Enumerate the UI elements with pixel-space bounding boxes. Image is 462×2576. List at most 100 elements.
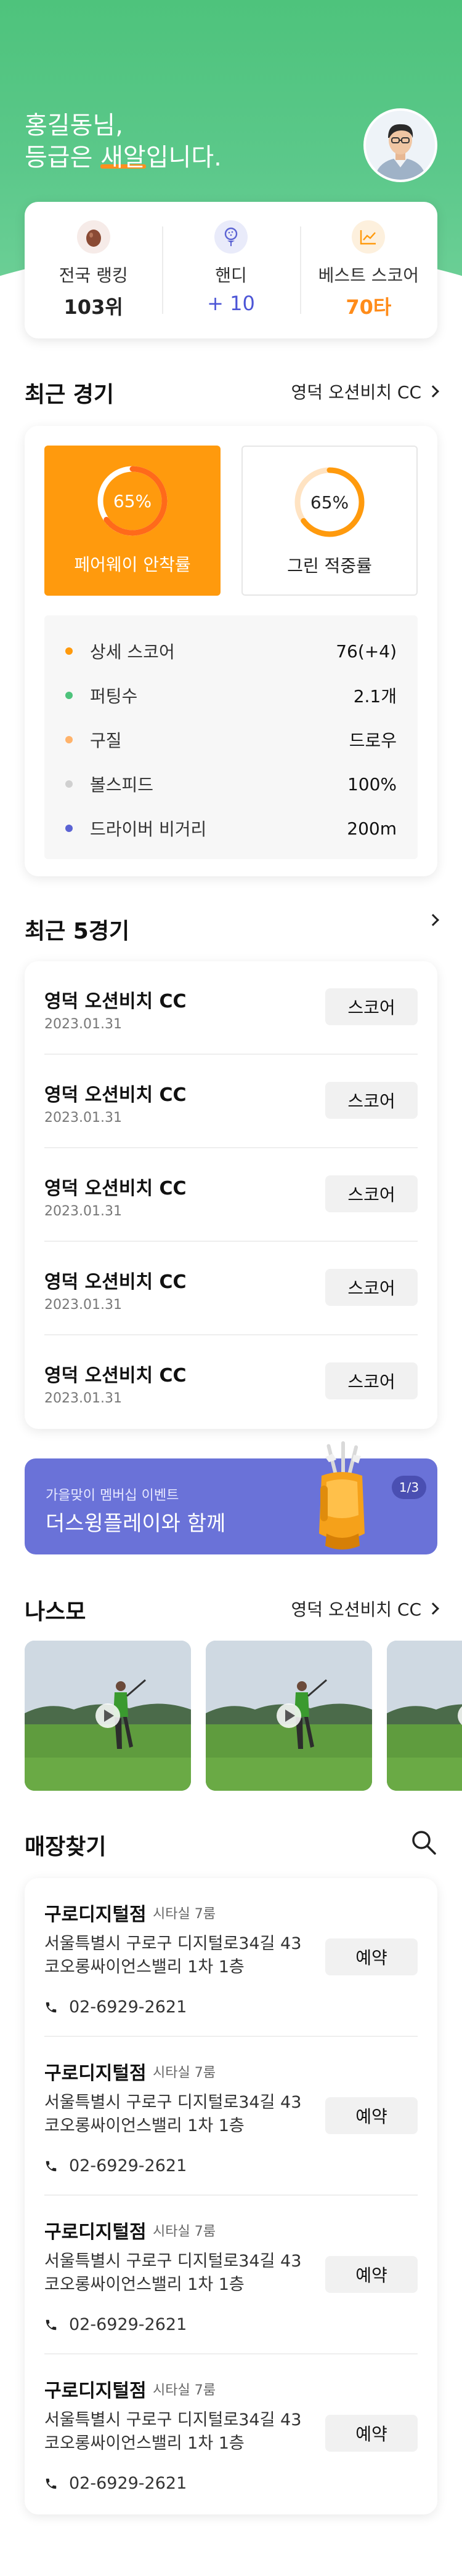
stat-best-score[interactable]: 베스트 스코어 70타 [299,202,437,338]
bullet-dot [65,825,73,832]
fairway-label: 페어웨이 안착률 [74,554,191,575]
round-course-name: 영덕 오션비치 CC [44,1084,187,1106]
store-phone[interactable]: 02-6929-2621 [44,2156,187,2175]
search-icon[interactable] [410,1829,437,1858]
round-date: 2023.01.31 [44,1204,122,1219]
chevron-right-icon [427,385,439,398]
recent-round-course-link[interactable]: 영덕 오션비치 CC [291,379,439,404]
recent-round-card: 65% 페어웨이 안착률 65% 그린 적중률 상세 스코어 76(+4) 퍼팅… [25,426,437,876]
last-rounds-title: 최근 5경기 [25,919,130,944]
stat-value: 103위 [63,295,123,319]
store-address: 서울특별시 구로구 디지털로34길 43 코오롱싸이언스밸리 1차 1층 [44,2252,302,2294]
phone-icon [46,2161,57,2171]
reserve-button[interactable]: 예약 [325,1938,418,1975]
round-date: 2023.01.31 [44,1017,122,1032]
reserve-button[interactable]: 예약 [325,2097,418,2134]
video-thumbnail[interactable] [387,1641,462,1791]
stat-handicap[interactable]: 핸디 + 10 [162,202,299,338]
detail-value: 100% [347,774,397,794]
round-date: 2023.01.31 [44,1391,122,1406]
store-name: 구로디지털점 [44,1904,147,1926]
chevron-right-icon [427,1602,439,1615]
banner-subtitle: 가을맞이 멤버십 이벤트 [46,1488,179,1503]
detail-value: 76(+4) [336,641,397,662]
greeting-line2: 등급은 새알입니다. [25,142,222,174]
event-banner[interactable]: 가을맞이 멤버십 이벤트 더스윙플레이와 함께 1/3 [25,1441,437,1554]
stat-value: + 10 [207,292,255,315]
list-item[interactable]: 영덕 오션비치 CC 2023.01.31 스코어 [44,1055,418,1148]
golf-bag-icon [319,1441,365,1550]
round-course-name: 영덕 오션비치 CC [44,1271,187,1293]
stat-value: 70타 [346,295,392,319]
store-name: 구로디지털점 [44,2380,147,2402]
store-address: 서울특별시 구로구 디지털로34길 43 코오롱싸이언스밸리 1차 1층 [44,2093,302,2135]
store-phone[interactable]: 02-6929-2621 [44,1998,187,2017]
store-room-count: 시타실 7룸 [153,2383,216,2398]
greeting-line1: 홍길동님, [25,111,123,140]
list-item[interactable]: 구로디지털점 시타실 7룸 서울특별시 구로구 디지털로34길 43 코오롱싸이… [44,1878,418,2037]
videos-course-link[interactable]: 영덕 오션비치 CC [291,1596,439,1621]
detail-row: 상세 스코어 76(+4) [65,629,397,673]
list-item[interactable]: 구로디지털점 시타실 7룸 서울특별시 구로구 디지털로34길 43 코오롱싸이… [44,2196,418,2354]
course-link-label: 영덕 오션비치 CC [291,1599,421,1620]
grade-text: 새알 [100,142,146,174]
detail-row: 구질 드로우 [65,718,397,762]
phone-icon [46,2319,57,2330]
store-address: 서울특별시 구로구 디지털로34길 43 코오롱싸이언스밸리 1차 1층 [44,2410,302,2453]
avatar[interactable] [363,108,437,182]
store-list: 구로디지털점 시타실 7룸 서울특별시 구로구 디지털로34길 43 코오롱싸이… [25,1878,437,2514]
score-button[interactable]: 스코어 [325,1362,418,1399]
detail-row: 드라이버 비거리 200m [65,806,397,850]
store-phone[interactable]: 02-6929-2621 [44,2474,187,2493]
videos-title: 나스모 [25,1599,86,1625]
list-item[interactable]: 영덕 오션비치 CC 2023.01.31 스코어 [44,1242,418,1335]
list-item[interactable]: 영덕 오션비치 CC 2023.01.31 스코어 [44,1335,418,1429]
phone-number: 02-6929-2621 [69,1998,187,2017]
store-room-count: 시타실 7룸 [153,2224,216,2239]
detail-label: 볼스피드 [90,775,154,795]
store-name: 구로디지털점 [44,2222,147,2243]
detail-label: 드라이버 비거리 [90,819,207,839]
green-stat-box[interactable]: 65% 그린 적중률 [241,446,418,596]
reserve-button[interactable]: 예약 [325,2256,418,2293]
video-thumbnail[interactable] [206,1641,372,1791]
last-rounds-more-button[interactable] [427,914,439,926]
list-item[interactable]: 영덕 오션비치 CC 2023.01.31 스코어 [44,961,418,1055]
bullet-dot [65,647,73,655]
video-carousel[interactable] [25,1641,462,1791]
score-button[interactable]: 스코어 [325,1269,418,1306]
detail-value: 드로우 [349,730,397,751]
store-room-count: 시타실 7룸 [153,1906,216,1922]
score-button[interactable]: 스코어 [325,1175,418,1212]
score-button[interactable]: 스코어 [325,1082,418,1119]
video-thumbnail[interactable] [25,1641,191,1791]
greeting-suffix: 입니다. [145,143,222,172]
egg-icon [76,220,110,254]
detail-value: 200m [347,818,397,839]
banner-page-indicator[interactable]: 1/3 [392,1476,426,1499]
stat-ranking[interactable]: 전국 랭킹 103위 [25,202,162,338]
reserve-button[interactable]: 예약 [325,2415,418,2452]
greeting-prefix: 등급은 [25,143,101,172]
bullet-dot [65,780,73,788]
round-date: 2023.01.31 [44,1297,122,1313]
chevron-right-icon [427,914,439,926]
bullet-dot [65,692,73,699]
banner-title: 더스윙플레이와 함께 [46,1511,226,1536]
detail-row: 볼스피드 100% [65,762,397,806]
round-date: 2023.01.31 [44,1110,122,1126]
detail-row: 퍼팅수 2.1개 [65,673,397,718]
store-phone[interactable]: 02-6929-2621 [44,2315,187,2334]
list-item[interactable]: 구로디지털점 시타실 7룸 서울특별시 구로구 디지털로34길 43 코오롱싸이… [44,2037,418,2196]
phone-number: 02-6929-2621 [69,2315,187,2334]
score-button[interactable]: 스코어 [325,988,418,1025]
detail-list: 상세 스코어 76(+4) 퍼팅수 2.1개 구질 드로우 볼스피드 100% … [44,615,418,859]
stores-title: 매장찾기 [25,1834,107,1860]
stat-label: 베스트 스코어 [318,265,419,286]
list-item[interactable]: 영덕 오션비치 CC 2023.01.31 스코어 [44,1148,418,1242]
fairway-stat-box[interactable]: 65% 페어웨이 안착률 [44,446,221,596]
list-item[interactable]: 구로디지털점 시타실 7룸 서울특별시 구로구 디지털로34길 43 코오롱싸이… [44,2354,418,2513]
bullet-dot [65,736,73,743]
phone-number: 02-6929-2621 [69,2474,187,2493]
detail-value: 2.1개 [353,686,397,706]
